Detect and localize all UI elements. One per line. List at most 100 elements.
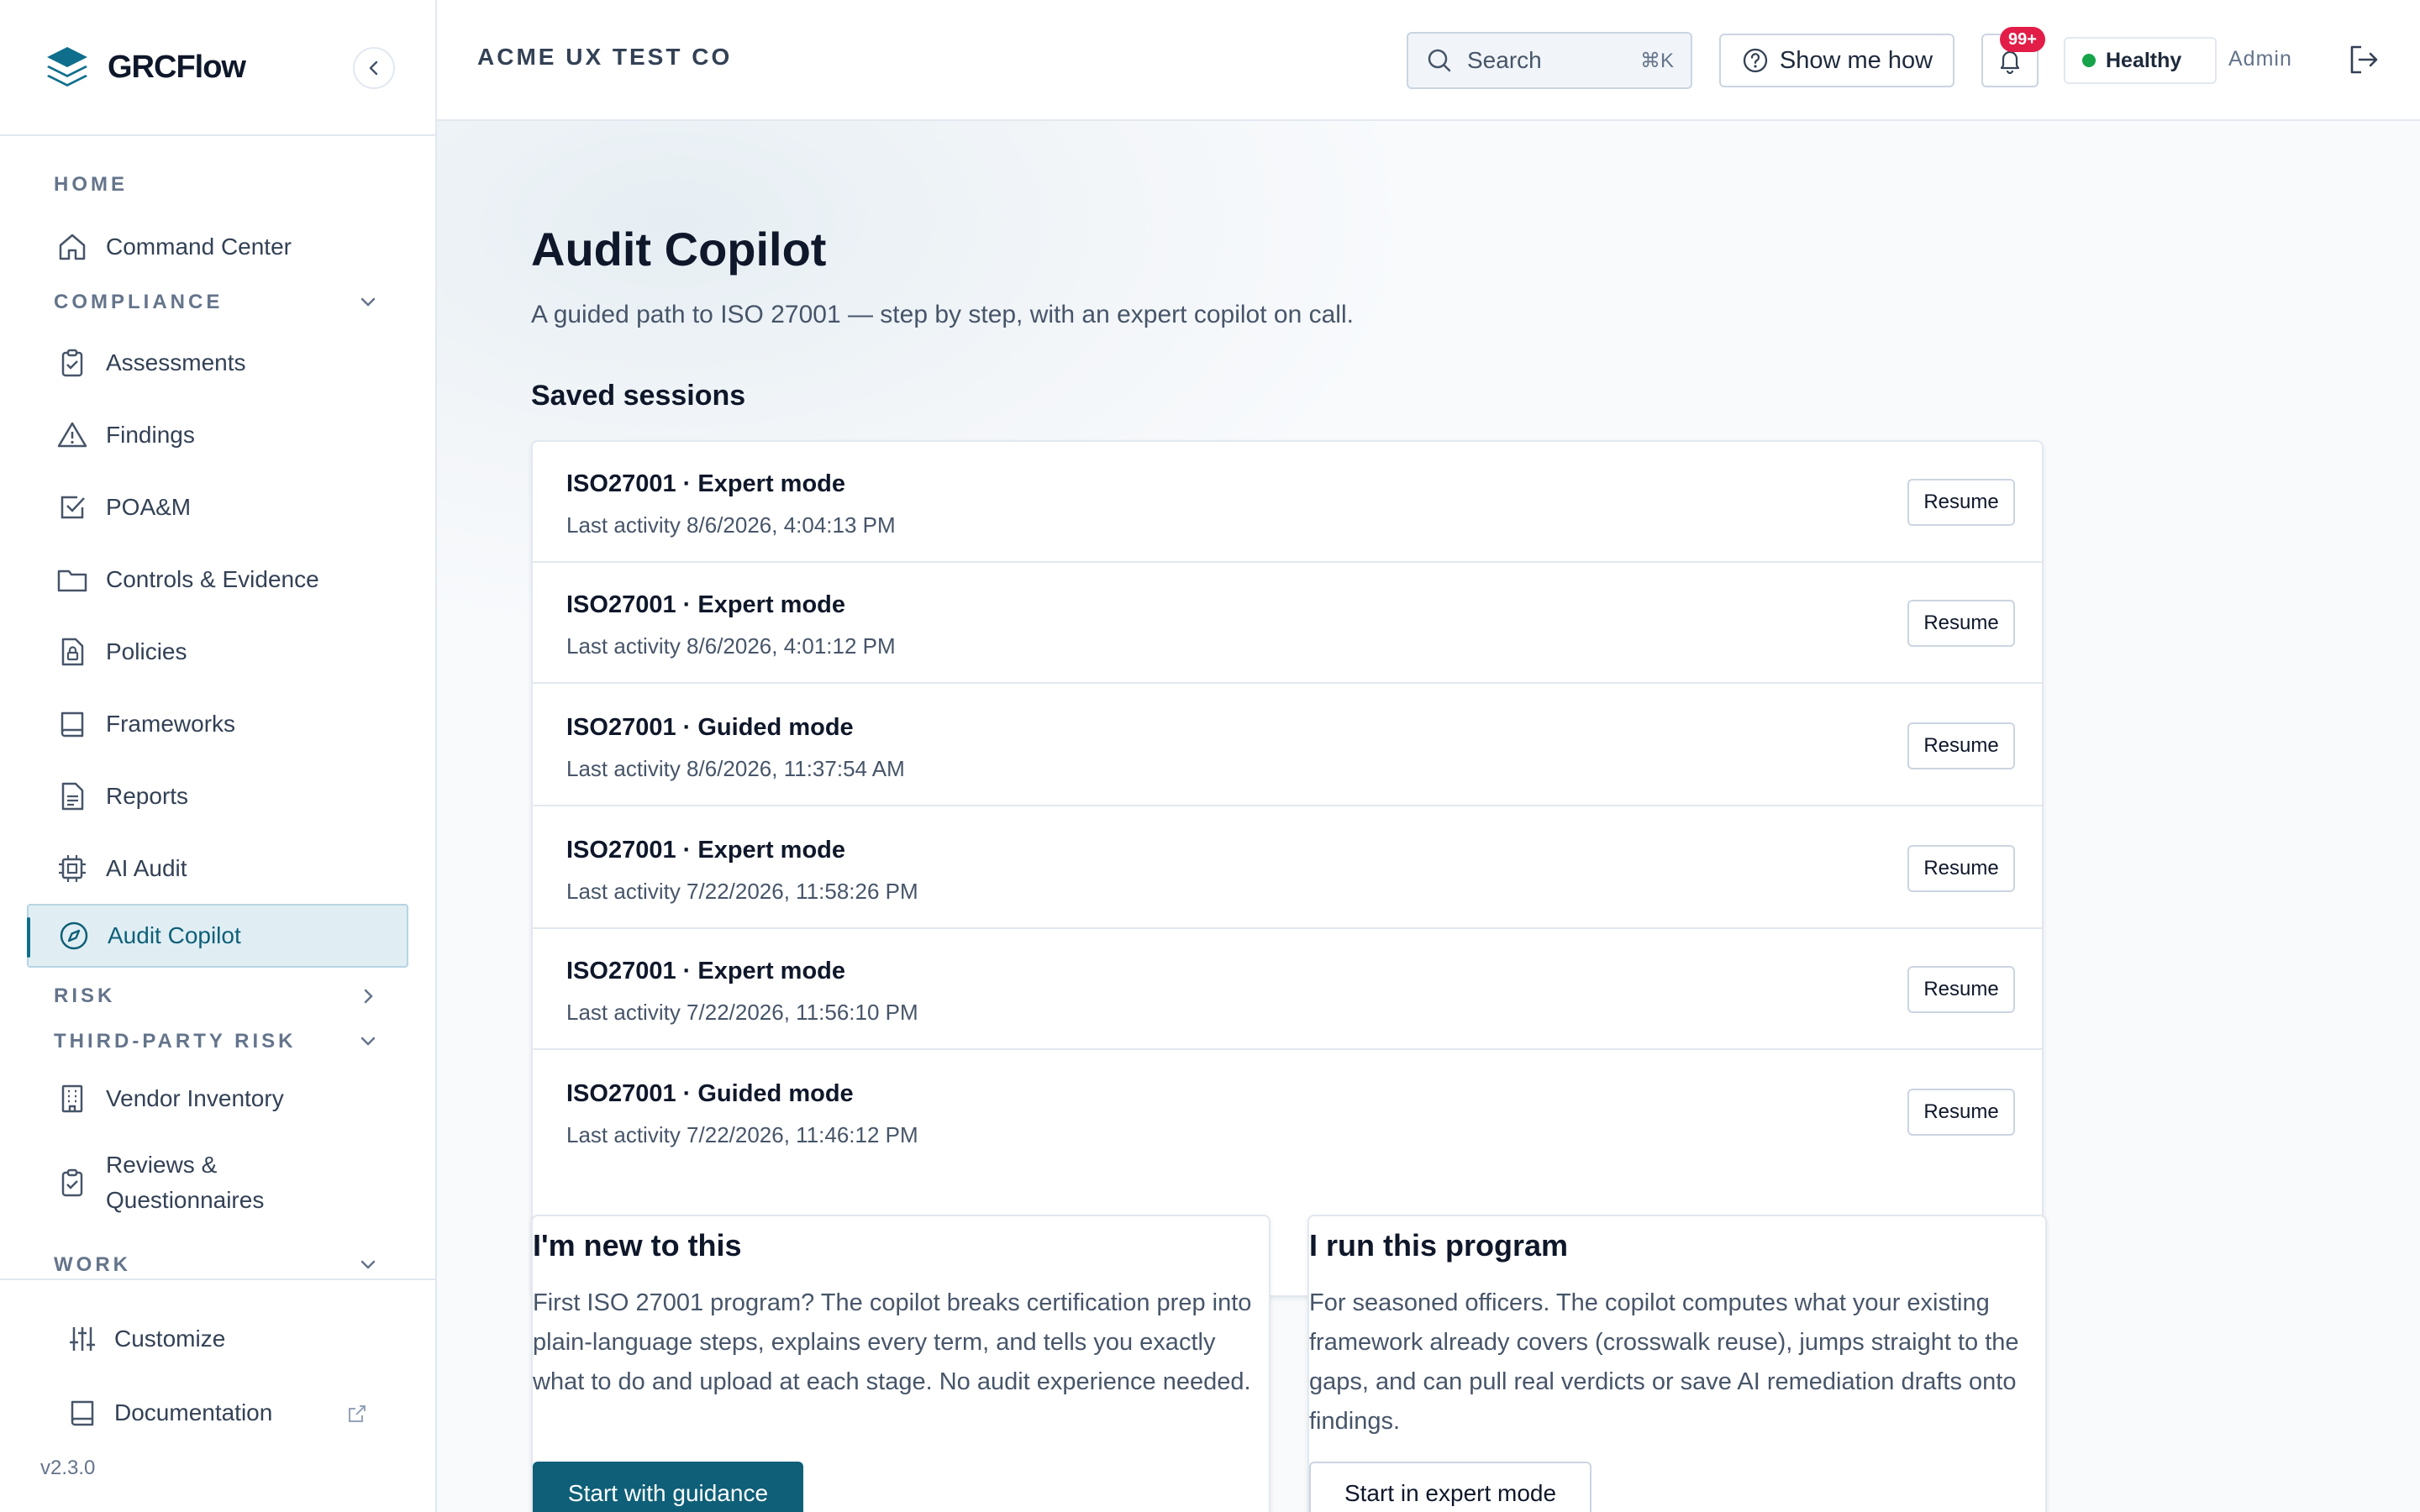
sidebar-item-label: Vendor Inventory xyxy=(106,1085,284,1111)
external-link-icon xyxy=(349,1405,366,1422)
session-title: ISO27001 · Guided mode xyxy=(566,1080,854,1107)
folder-icon xyxy=(57,570,87,592)
book-icon xyxy=(71,1400,94,1426)
sidebar-item-label: Policies xyxy=(106,638,187,664)
resume-button[interactable]: Resume xyxy=(1907,966,2015,1013)
customize-label: Customize xyxy=(114,1326,226,1352)
home-icon xyxy=(59,234,86,260)
sidebar-item-vendor-inventory[interactable]: Vendor Inventory xyxy=(27,1067,408,1131)
main-area: ACME UX TEST CO Search ⌘K Show me how 99… xyxy=(437,0,2420,1512)
clipboard-check-icon xyxy=(61,1168,83,1197)
section-third-party-risk[interactable]: THIRD-PARTY RISK xyxy=(54,1030,296,1053)
chevron-down-icon[interactable] xyxy=(356,1030,380,1053)
sidebar-item-poam[interactable]: POA&M xyxy=(27,475,408,539)
reviews-label-line1: Reviews & xyxy=(106,1152,218,1178)
section-compliance[interactable]: COMPLIANCE xyxy=(54,291,223,314)
customize-button[interactable]: Customize xyxy=(66,1322,225,1356)
layers-logo-icon xyxy=(47,47,87,87)
health-status-label: Healthy xyxy=(2106,48,2182,72)
resume-button[interactable]: Resume xyxy=(1907,479,2015,526)
documentation-link[interactable]: Documentation xyxy=(66,1396,272,1430)
session-row: ISO27001 · Guided mode Last activity 8/6… xyxy=(533,685,2042,806)
sidebar-item-frameworks[interactable]: Frameworks xyxy=(27,692,408,756)
sidebar-item-findings[interactable]: Findings xyxy=(27,403,408,467)
health-status-badge[interactable]: Healthy xyxy=(2064,37,2217,84)
session-title: ISO27001 · Guided mode xyxy=(566,714,854,741)
chevron-down-icon[interactable] xyxy=(356,1253,380,1277)
search-shortcut: ⌘K xyxy=(1639,50,1674,72)
session-title: ISO27001 · Expert mode xyxy=(566,591,846,618)
sidebar-item-reports[interactable]: Reports xyxy=(27,764,408,828)
app-root: GRCFlow HOME Command Center COMPLIANCE A… xyxy=(0,0,2420,1512)
show-me-how-label: Show me how xyxy=(1779,46,1933,74)
help-circle-icon xyxy=(1743,48,1768,73)
session-last-activity: Last activity 8/6/2026, 11:37:54 AM xyxy=(566,756,905,781)
session-title: ISO27001 · Expert mode xyxy=(566,837,846,864)
book-icon xyxy=(60,711,84,738)
start-expert-mode-button[interactable]: Start in expert mode xyxy=(1309,1462,1591,1512)
sidebar-item-ai-audit[interactable]: AI Audit xyxy=(27,837,408,900)
sliders-icon xyxy=(70,1327,95,1351)
sidebar-item-label: Controls & Evidence xyxy=(106,566,319,592)
sidebar-item-audit-copilot[interactable]: Audit Copilot xyxy=(27,904,408,968)
sidebar-item-label: Findings xyxy=(106,422,195,448)
app-version: v2.3.0 xyxy=(40,1457,96,1479)
show-me-how-button[interactable]: Show me how xyxy=(1719,34,1954,87)
chevron-down-icon[interactable] xyxy=(356,291,380,314)
sidebar-item-label: Reviews & Questionnaires xyxy=(106,1147,264,1218)
session-row: ISO27001 · Expert mode Last activity 8/6… xyxy=(533,563,2042,684)
warning-triangle-icon xyxy=(57,422,87,448)
page-title: Audit Copilot xyxy=(531,223,827,276)
brand[interactable]: GRCFlow xyxy=(0,0,435,136)
session-last-activity: Last activity 7/22/2026, 11:46:12 PM xyxy=(566,1122,918,1147)
sidebar-item-reviews-questionnaires[interactable]: Reviews & Questionnaires xyxy=(27,1141,408,1225)
reviews-label-line2: Questionnaires xyxy=(106,1187,265,1213)
sidebar-nav: HOME Command Center COMPLIANCE Assessmen… xyxy=(0,136,435,1278)
collapse-sidebar-button[interactable] xyxy=(353,47,395,89)
session-row: ISO27001 · Expert mode Last activity 8/6… xyxy=(533,442,2042,563)
session-row: ISO27001 · Expert mode Last activity 7/2… xyxy=(533,929,2042,1050)
documentation-label: Documentation xyxy=(114,1399,273,1425)
session-title: ISO27001 · Expert mode xyxy=(566,958,846,984)
resume-button[interactable]: Resume xyxy=(1907,1089,2015,1136)
session-row: ISO27001 · Guided mode Last activity 7/2… xyxy=(533,1052,2042,1173)
saved-sessions-heading: Saved sessions xyxy=(531,380,746,412)
card-body: First ISO 27001 program? The copilot bre… xyxy=(533,1289,1252,1395)
search-placeholder: Search xyxy=(1467,47,1542,73)
sidebar-item-assessments[interactable]: Assessments xyxy=(27,331,408,395)
session-last-activity: Last activity 7/22/2026, 11:58:26 PM xyxy=(566,879,918,904)
checkbox-icon xyxy=(60,496,85,519)
sidebar-item-label: Command Center xyxy=(106,234,292,260)
sidebar-item-controls-evidence[interactable]: Controls & Evidence xyxy=(27,548,408,612)
session-last-activity: Last activity 7/22/2026, 11:56:10 PM xyxy=(566,1000,918,1025)
new-to-this-card: I'm new to this First ISO 27001 program?… xyxy=(531,1215,1270,1512)
status-dot-icon xyxy=(2082,54,2096,67)
chevron-right-icon[interactable] xyxy=(356,984,380,1008)
resume-button[interactable]: Resume xyxy=(1907,722,2015,769)
search-input[interactable]: Search ⌘K xyxy=(1407,32,1692,89)
notifications-badge: 99+ xyxy=(2000,27,2045,52)
session-last-activity: Last activity 8/6/2026, 4:04:13 PM xyxy=(566,512,896,538)
card-title: I run this program xyxy=(1309,1228,1569,1263)
page-content: Audit Copilot A guided path to ISO 27001… xyxy=(437,121,2420,1512)
section-home: HOME xyxy=(54,173,128,196)
sidebar-item-command-center[interactable]: Command Center xyxy=(27,215,408,279)
section-work[interactable]: WORK xyxy=(54,1253,131,1277)
section-risk[interactable]: RISK xyxy=(54,984,115,1008)
cpu-chip-icon xyxy=(59,855,86,882)
compass-icon xyxy=(60,921,88,950)
clipboard-check-icon xyxy=(61,349,83,377)
saved-sessions-list: ISO27001 · Expert mode Last activity 8/6… xyxy=(531,440,2044,1297)
page-subtitle: A guided path to ISO 27001 — step by ste… xyxy=(531,301,1354,328)
resume-button[interactable]: Resume xyxy=(1907,600,2015,647)
start-with-guidance-button[interactable]: Start with guidance xyxy=(533,1462,803,1512)
chevron-left-icon xyxy=(369,60,378,76)
resume-button[interactable]: Resume xyxy=(1907,845,2015,892)
logout-icon[interactable] xyxy=(2344,40,2383,79)
brand-name: GRCFlow xyxy=(108,49,246,85)
topbar: ACME UX TEST CO Search ⌘K Show me how 99… xyxy=(437,0,2420,121)
sidebar-item-label: POA&M xyxy=(106,494,192,520)
sidebar-item-policies[interactable]: Policies xyxy=(27,620,408,684)
sidebar-item-label: AI Audit xyxy=(106,855,187,881)
user-role[interactable]: Admin xyxy=(2228,47,2292,71)
